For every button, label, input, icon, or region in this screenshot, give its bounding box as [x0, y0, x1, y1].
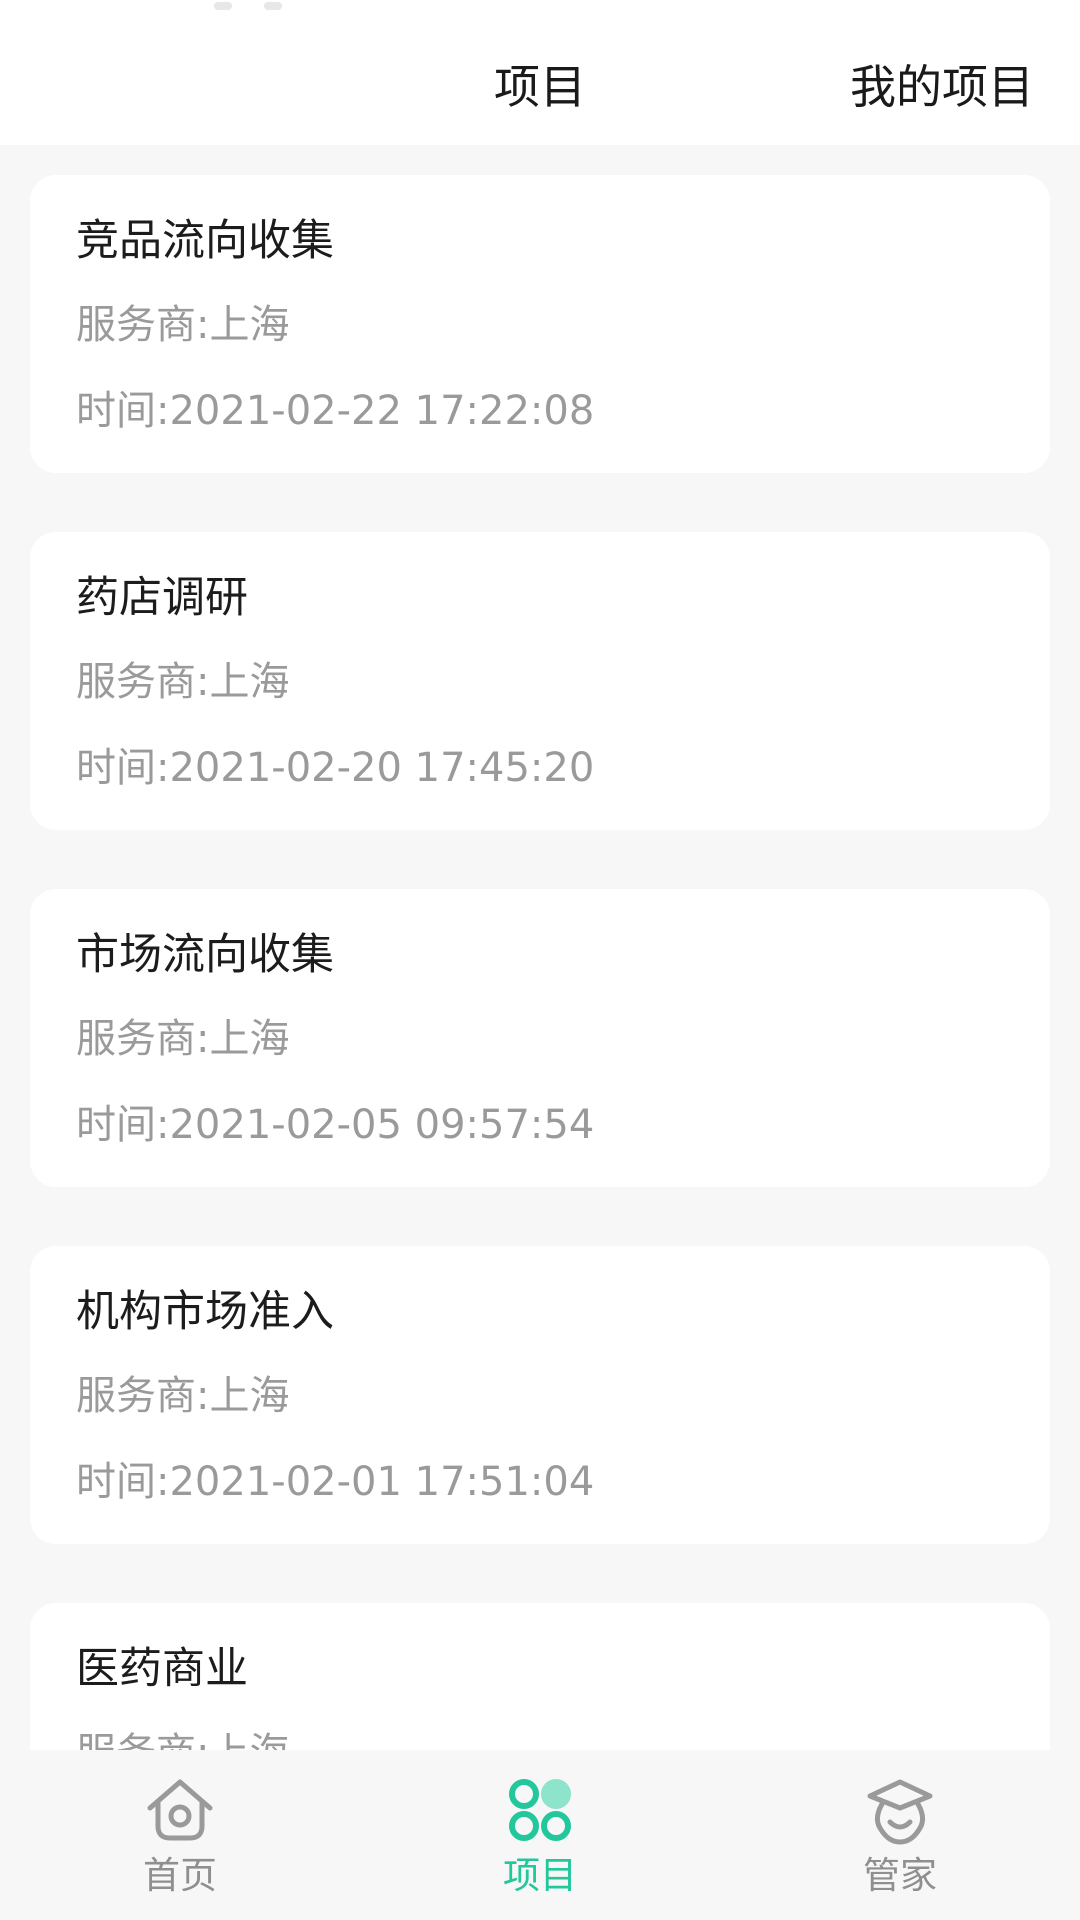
project-time: 时间:2021-02-20 17:45:20 [76, 745, 595, 791]
project-title: 市场流向收集 [76, 930, 334, 980]
project-card[interactable]: 竞品流向收集 服务商:上海 时间:2021-02-22 17:22:08 [30, 175, 1050, 473]
project-provider: 服务商:上海 [76, 1373, 290, 1419]
my-projects-link[interactable]: 我的项目 [850, 56, 1034, 118]
projects-icon [509, 1779, 571, 1841]
project-provider: 服务商:上海 [76, 302, 290, 348]
tab-projects-label: 项目 [503, 1854, 577, 1897]
project-card[interactable]: 医药商业 服务商:上海 [30, 1603, 1050, 1750]
project-list[interactable]: 竞品流向收集 服务商:上海 时间:2021-02-22 17:22:08 药店调… [0, 145, 1080, 1750]
project-card[interactable]: 药店调研 服务商:上海 时间:2021-02-20 17:45:20 [30, 532, 1050, 830]
tab-home-label: 首页 [143, 1854, 217, 1897]
project-title: 机构市场准入 [76, 1287, 334, 1337]
home-icon [147, 1779, 213, 1841]
project-title: 医药商业 [76, 1644, 248, 1694]
project-provider: 服务商:上海 [76, 659, 290, 705]
butler-icon [867, 1779, 933, 1845]
project-card[interactable]: 机构市场准入 服务商:上海 时间:2021-02-01 17:51:04 [30, 1246, 1050, 1544]
tab-projects[interactable]: 项目 [420, 1750, 660, 1920]
bottom-tab-bar: 首页 项目 管家 [0, 1750, 1080, 1920]
tab-butler-label: 管家 [863, 1854, 937, 1897]
project-title: 药店调研 [76, 573, 248, 623]
status-bar-fragment [214, 0, 304, 14]
project-title: 竞品流向收集 [76, 216, 334, 266]
tab-butler[interactable]: 管家 [780, 1750, 1020, 1920]
top-bar: 项目 我的项目 [0, 0, 1080, 145]
project-time: 时间:2021-02-01 17:51:04 [76, 1459, 595, 1505]
project-provider: 服务商:上海 [76, 1016, 290, 1062]
tab-home[interactable]: 首页 [60, 1750, 300, 1920]
project-time: 时间:2021-02-22 17:22:08 [76, 388, 595, 434]
project-card[interactable]: 市场流向收集 服务商:上海 时间:2021-02-05 09:57:54 [30, 889, 1050, 1187]
project-provider: 服务商:上海 [76, 1725, 289, 1750]
project-time: 时间:2021-02-05 09:57:54 [76, 1102, 595, 1148]
